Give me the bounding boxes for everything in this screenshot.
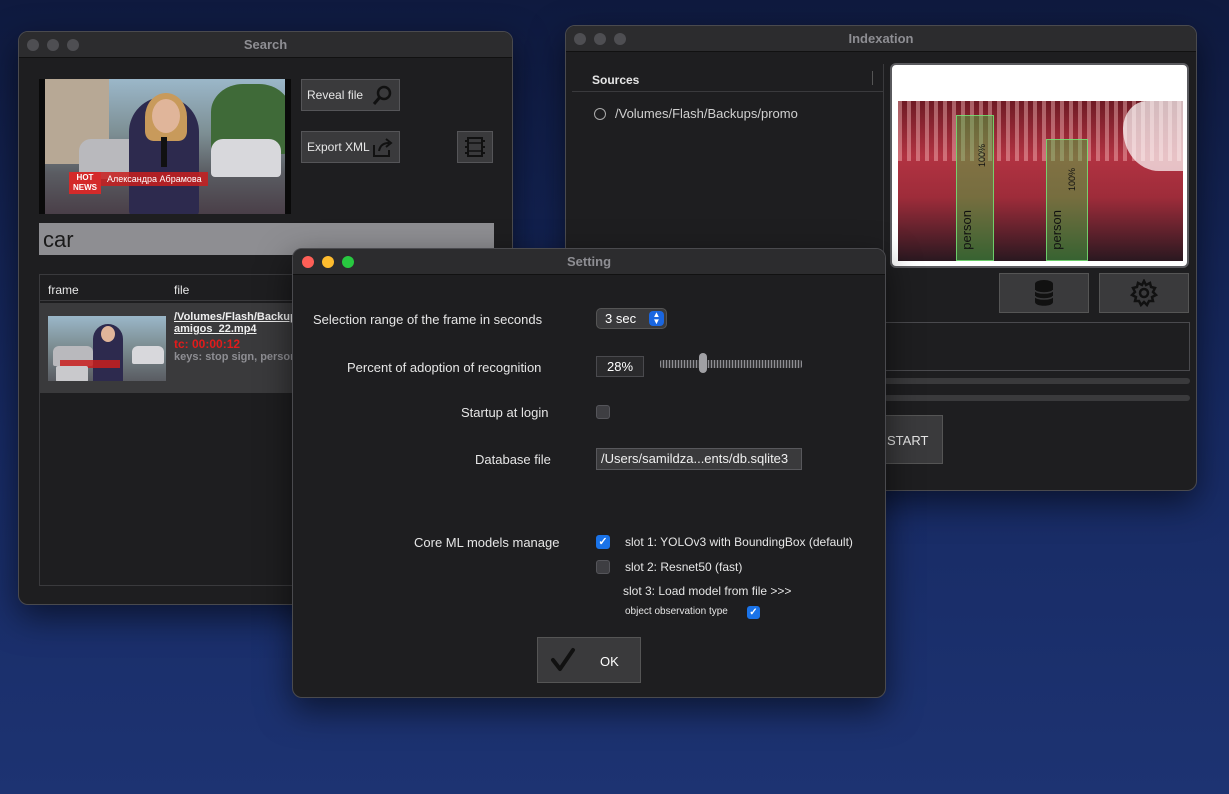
- bounding-box: person 100%: [1046, 139, 1088, 261]
- database-label: Database file: [475, 452, 551, 467]
- adoption-slider[interactable]: [660, 360, 802, 368]
- column-frame[interactable]: frame: [48, 283, 79, 297]
- database-field[interactable]: /Users/samildza...ents/db.sqlite3: [596, 448, 802, 470]
- observation-label: object observation type: [625, 606, 728, 617]
- selection-range-label: Selection range of the frame in seconds: [313, 312, 543, 327]
- file-path-link[interactable]: /Volumes/Flash/Backup amigos_22.mp4: [174, 311, 297, 335]
- export-xml-label: Export XML: [307, 140, 370, 154]
- search-titlebar[interactable]: Search: [19, 32, 512, 58]
- progress-bar: [884, 378, 1190, 384]
- slot2-label: slot 2: Resnet50 (fast): [625, 560, 743, 574]
- slot1-label: slot 1: YOLOv3 with BoundingBox (default…: [625, 535, 853, 549]
- indexation-titlebar[interactable]: Indexation: [566, 26, 1196, 52]
- sources-header: Sources: [572, 64, 883, 92]
- slot2-checkbox[interactable]: [596, 560, 610, 574]
- window-title: Indexation: [848, 31, 914, 46]
- magnifier-icon: [372, 85, 392, 105]
- startup-label: Startup at login: [461, 405, 549, 420]
- minimize-button[interactable]: [47, 39, 59, 51]
- progress-bar-secondary: [884, 395, 1190, 401]
- selection-range-popup[interactable]: 3 sec ▲ ▼: [596, 308, 667, 329]
- ok-button[interactable]: OK: [537, 637, 641, 683]
- setting-titlebar[interactable]: Setting: [293, 249, 885, 275]
- bbox-confidence: 100%: [977, 144, 987, 168]
- bounding-box: person 100%: [956, 115, 994, 261]
- progress-log: [884, 322, 1190, 371]
- bbox-label: person: [959, 210, 974, 250]
- slot1-checkbox[interactable]: ✓: [596, 535, 610, 549]
- setting-window: Setting Selection range of the frame in …: [292, 248, 886, 698]
- settings-button[interactable]: [1099, 273, 1189, 313]
- reveal-file-button[interactable]: Reveal file: [301, 79, 400, 111]
- presenter-name: Александра Абрамова: [101, 172, 208, 186]
- close-button[interactable]: [27, 39, 39, 51]
- adoption-label: Percent of adoption of recognition: [347, 360, 542, 375]
- hot-news-logo: HOT NEWS: [69, 172, 101, 194]
- frame-preview: HOT NEWS Александра Абрамова: [39, 79, 291, 214]
- slot3-load-link[interactable]: slot 3: Load model from file >>>: [623, 584, 791, 598]
- export-xml-button[interactable]: Export XML: [301, 131, 400, 163]
- close-button[interactable]: [302, 256, 314, 268]
- chevron-updown-icon: ▲ ▼: [649, 311, 664, 326]
- adoption-value: 28%: [596, 356, 644, 377]
- bbox-label: person: [1049, 210, 1064, 250]
- reveal-file-label: Reveal file: [307, 88, 364, 102]
- minimize-button[interactable]: [322, 256, 334, 268]
- models-label: Core ML models manage: [414, 535, 560, 550]
- close-button[interactable]: [574, 33, 586, 45]
- zoom-button[interactable]: [614, 33, 626, 45]
- detection-preview: person 100% person 100%: [890, 63, 1189, 268]
- keys-text: keys: stop sign, person: [174, 351, 297, 363]
- bbox-confidence: 100%: [1067, 168, 1077, 192]
- source-item[interactable]: /Volumes/Flash/Backups/promo: [594, 106, 798, 121]
- zoom-button[interactable]: [67, 39, 79, 51]
- adoption-slider-knob[interactable]: [699, 353, 707, 373]
- window-title: Search: [243, 37, 288, 52]
- minimize-button[interactable]: [594, 33, 606, 45]
- timecode: tc: 00:00:12: [174, 337, 241, 351]
- ok-label: OK: [600, 654, 619, 669]
- checkmark-icon: [551, 648, 575, 671]
- film-strip-icon: [465, 137, 485, 157]
- window-title: Setting: [566, 254, 612, 269]
- frame-thumbnail[interactable]: [48, 316, 166, 381]
- start-button[interactable]: START: [884, 415, 943, 464]
- startup-checkbox[interactable]: [596, 405, 610, 419]
- column-file[interactable]: file: [174, 283, 189, 297]
- share-icon: [373, 138, 393, 157]
- selection-range-value: 3 sec: [605, 311, 637, 326]
- observation-checkbox[interactable]: ✓: [747, 606, 760, 619]
- start-label: START: [887, 433, 929, 448]
- news-lower-third: HOT NEWS Александра Абрамова: [69, 172, 208, 194]
- source-path: /Volumes/Flash/Backups/promo: [615, 106, 798, 121]
- zoom-button[interactable]: [342, 256, 354, 268]
- gear-icon: [1130, 279, 1158, 307]
- database-icon: [1034, 280, 1054, 306]
- film-strip-button[interactable]: [457, 131, 493, 163]
- zoom-icon: [56, 366, 88, 381]
- disk-icon: [594, 107, 606, 120]
- database-button[interactable]: [999, 273, 1089, 313]
